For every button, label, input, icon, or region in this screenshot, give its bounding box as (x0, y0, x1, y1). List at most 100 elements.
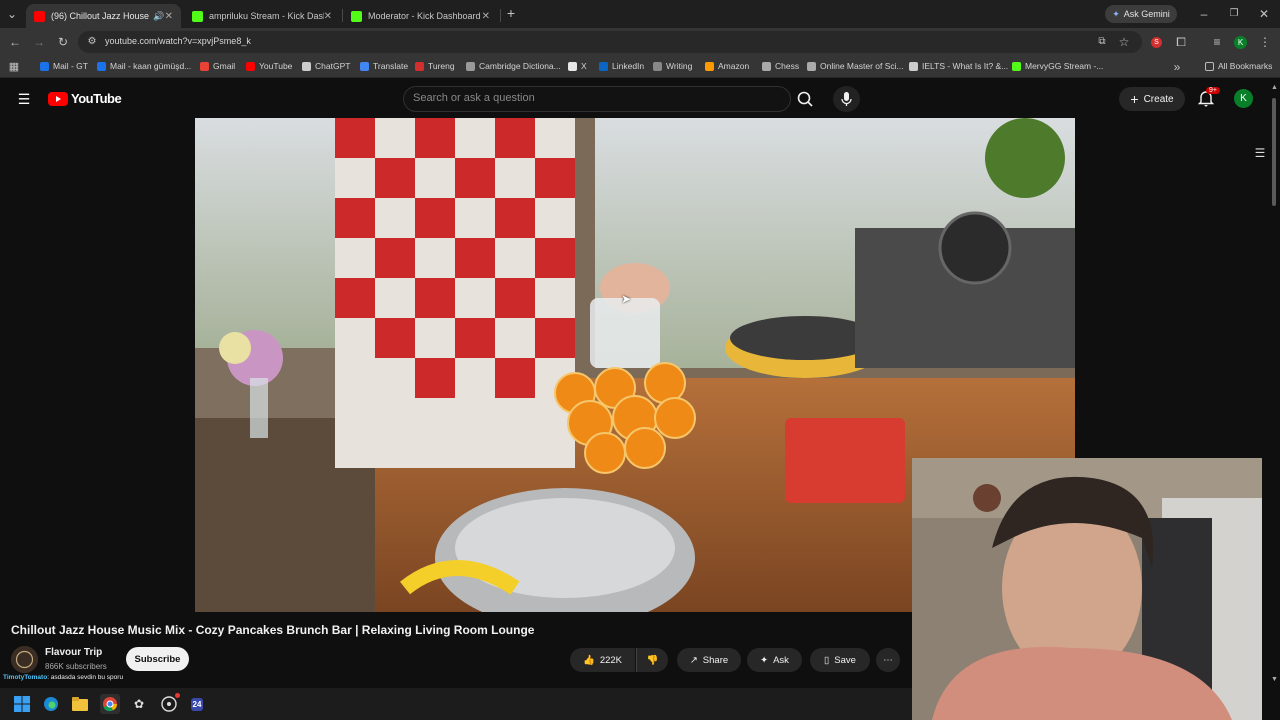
account-avatar[interactable]: K (1234, 89, 1253, 108)
audio-playing-icon[interactable]: 🔊 (153, 11, 164, 22)
create-button[interactable]: + Create (1119, 87, 1185, 111)
search-button[interactable] (791, 86, 819, 112)
bookmark-item[interactable]: ChatGPT (302, 61, 350, 71)
bookmark-label: Gmail (213, 61, 236, 71)
bookmark-item[interactable]: X (568, 61, 587, 71)
hamburger-menu-icon[interactable]: ☰ (16, 91, 32, 107)
scroll-down-icon[interactable]: ▼ (1271, 676, 1278, 683)
bookmark-favicon-icon (246, 61, 255, 71)
windows-start-icon[interactable] (12, 694, 32, 714)
youtube-logo-text: YouTube (71, 91, 122, 106)
bookmark-favicon-icon (40, 61, 49, 71)
ask-gemini-button[interactable]: ✦ Ask Gemini (1105, 5, 1177, 23)
bookmark-item[interactable]: Writing (653, 61, 692, 71)
chat-toggle-icon[interactable]: ☰ (1252, 145, 1268, 161)
microphone-icon (841, 92, 852, 106)
page-scrollbar[interactable]: ▲ ▼ (1270, 84, 1278, 688)
bookmark-label: Mail - GT (53, 61, 88, 71)
tab-kick-stream[interactable]: ampriluku Stream - Kick Dashb ✕ (184, 4, 340, 28)
save-button[interactable]: ▯ Save (810, 648, 870, 672)
app-24-icon[interactable]: 24 (187, 694, 207, 714)
chrome-menu-icon[interactable]: ⋮ (1257, 34, 1273, 50)
restore-window-icon[interactable]: ❐ (1226, 6, 1242, 22)
back-icon[interactable]: ← (7, 34, 23, 50)
chrome-icon[interactable] (100, 694, 120, 714)
channel-avatar[interactable] (11, 646, 38, 673)
bookmark-item[interactable]: Online Master of Sci... (807, 61, 904, 71)
tab-youtube[interactable]: (96) Chillout Jazz House Mu 🔊 ✕ (26, 4, 181, 28)
bookmark-favicon-icon (807, 61, 816, 71)
tab-kick-moderator[interactable]: Moderator - Kick Dashboard ✕ (343, 4, 498, 28)
bookmark-item[interactable]: Cambridge Dictiona... (466, 61, 561, 71)
webcam-feed-image (912, 458, 1262, 720)
bookmark-item[interactable]: YouTube (246, 61, 292, 71)
recording-dot-icon (175, 693, 180, 698)
bookmark-favicon-icon (1012, 61, 1021, 71)
tab-search-icon[interactable]: ⌄ (4, 6, 20, 22)
reload-icon[interactable]: ↻ (55, 34, 71, 50)
thumbs-up-icon: 👍 (582, 654, 595, 666)
bookmark-item[interactable]: MervyGG Stream -... (1012, 61, 1103, 71)
bookmark-label: YouTube (259, 61, 293, 71)
extension-icon[interactable]: S (1151, 37, 1162, 48)
bookmark-label: ChatGPT (315, 61, 351, 71)
bookmark-favicon-icon (200, 61, 209, 71)
close-tab-icon[interactable]: ✕ (324, 11, 332, 22)
extensions-puzzle-icon[interactable]: ⧠ (1173, 34, 1189, 50)
bookmark-item[interactable]: IELTS - What Is It? &... (909, 61, 1008, 71)
more-actions-button[interactable]: ⋯ (876, 648, 900, 672)
media-controls-icon[interactable]: ≡ (1209, 34, 1225, 50)
bookmark-star-icon[interactable]: ☆ (1116, 34, 1132, 50)
bookmark-label: MervyGG Stream -... (1025, 61, 1104, 71)
subscribe-button[interactable]: Subscribe (126, 647, 189, 671)
bookmark-item[interactable]: Amazon (705, 61, 749, 71)
bookmark-label: Cambridge Dictiona... (479, 61, 561, 71)
ask-button[interactable]: ✦ Ask (747, 648, 802, 672)
bookmark-item[interactable]: Mail - GT (40, 61, 88, 71)
bookmark-item[interactable]: Translate (360, 61, 408, 71)
mouse-cursor-icon: ➤ (621, 292, 632, 306)
close-tab-icon[interactable]: ✕ (165, 11, 173, 22)
bookmark-item[interactable]: Mail - kaan gümüşd... (97, 61, 191, 71)
notifications-button[interactable]: 9+ (1197, 87, 1220, 112)
stream-chat-message: TimotyTomato: asdasda sevdin bu sporu (3, 674, 123, 681)
edge-icon[interactable] (41, 694, 61, 714)
like-button[interactable]: 👍 222K (570, 648, 635, 672)
install-app-icon[interactable]: ⧉ (1094, 34, 1110, 50)
forward-icon[interactable]: → (31, 34, 47, 50)
scroll-up-icon[interactable]: ▲ (1271, 84, 1278, 91)
search-input[interactable]: Search or ask a question (413, 92, 535, 104)
bookmark-label: Online Master of Sci... (820, 61, 904, 71)
url-text[interactable]: youtube.com/watch?v=xpvjPsme8_k (105, 36, 251, 46)
channel-subscriber-count: 866K subscribers (45, 662, 107, 671)
dislike-button[interactable]: 👎 (636, 648, 668, 672)
chatgpt-icon[interactable]: ✿ (129, 694, 149, 714)
share-arrow-icon: ↗ (689, 654, 698, 666)
search-icon (797, 91, 813, 107)
file-explorer-icon[interactable] (70, 694, 90, 714)
all-bookmarks-button[interactable]: All Bookmarks (1205, 61, 1272, 71)
bookmark-label: Amazon (718, 61, 750, 71)
bookmark-favicon-icon (360, 61, 369, 71)
bookmark-item[interactable]: Gmail (200, 61, 235, 71)
bookmarks-overflow-icon[interactable]: » (1169, 59, 1185, 75)
new-tab-button[interactable]: + (503, 5, 519, 21)
bookmark-item[interactable]: Chess (762, 61, 799, 71)
channel-name[interactable]: Flavour Trip (45, 647, 102, 658)
site-info-icon[interactable]: ⚙ (84, 34, 100, 50)
obs-icon[interactable] (159, 693, 180, 714)
apps-grid-icon[interactable]: ▦ (6, 59, 22, 75)
folder-icon (1205, 61, 1214, 71)
bookmark-favicon-icon (599, 61, 608, 71)
bookmark-item[interactable]: Tureng (415, 61, 455, 71)
create-label: Create (1143, 93, 1174, 105)
voice-search-button[interactable] (833, 86, 860, 112)
youtube-logo[interactable]: YouTube (48, 91, 122, 106)
scrollbar-thumb[interactable] (1272, 98, 1276, 206)
share-button[interactable]: ↗ Share (677, 648, 741, 672)
profile-avatar[interactable]: K (1234, 36, 1247, 49)
close-tab-icon[interactable]: ✕ (482, 11, 490, 22)
bookmark-item[interactable]: LinkedIn (599, 61, 644, 71)
minimize-window-icon[interactable]: – (1196, 6, 1212, 22)
close-window-icon[interactable]: ✕ (1256, 6, 1272, 22)
